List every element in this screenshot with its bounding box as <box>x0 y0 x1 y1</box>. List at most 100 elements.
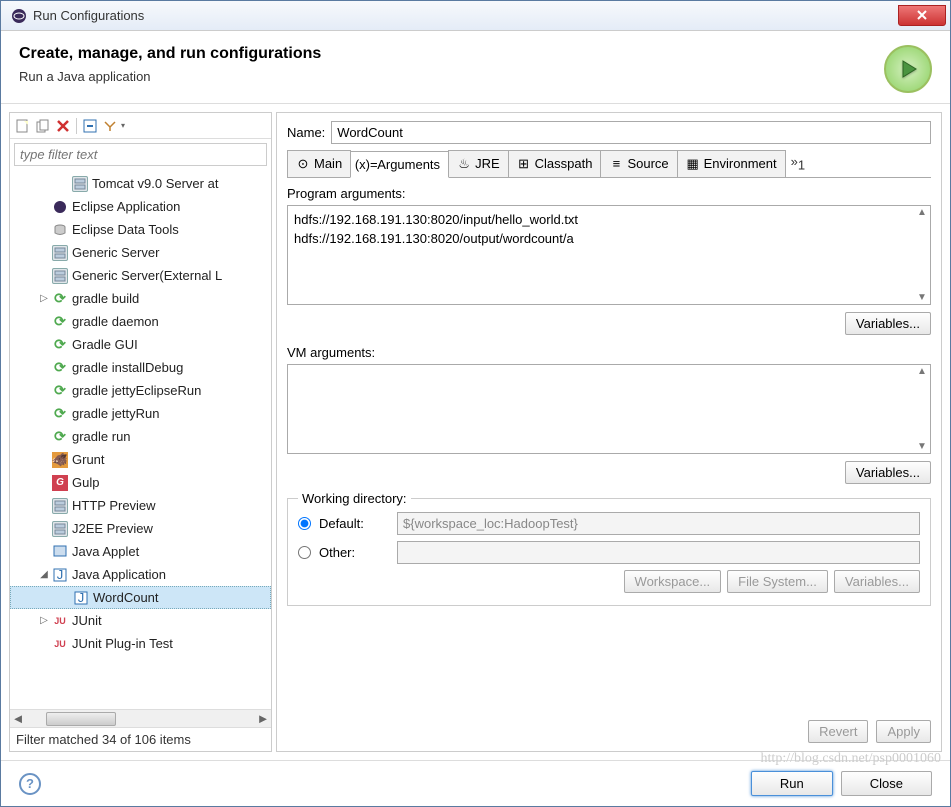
tree-item-label: JUnit Plug-in Test <box>72 636 173 651</box>
source-icon: ≡ <box>609 157 623 171</box>
tree-item-label: Eclipse Data Tools <box>72 222 179 237</box>
tree-item-http-preview[interactable]: HTTP Preview <box>10 494 271 517</box>
tab-arguments[interactable]: (x)= Arguments <box>350 151 449 178</box>
svg-text:J: J <box>57 568 64 582</box>
tree-item-java-applet[interactable]: Java Applet <box>10 540 271 563</box>
tree-item-j2ee-preview[interactable]: J2EE Preview <box>10 517 271 540</box>
tab-jre[interactable]: ♨ JRE <box>448 150 509 177</box>
other-dir-radio[interactable] <box>298 546 311 559</box>
twisty-icon[interactable]: ▷ <box>38 615 50 627</box>
program-args-variables-button[interactable]: Variables... <box>845 312 931 335</box>
name-input[interactable] <box>331 121 931 144</box>
revert-button[interactable]: Revert <box>808 720 868 743</box>
tree-item-label: gradle installDebug <box>72 360 183 375</box>
tree-item-label: WordCount <box>93 590 159 605</box>
tab-label: Environment <box>704 156 777 171</box>
working-directory-legend: Working directory: <box>298 491 411 506</box>
tab-label: Arguments <box>377 157 440 172</box>
duplicate-config-icon[interactable] <box>34 117 52 135</box>
tree-item-generic-server-external-l[interactable]: Generic Server(External L <box>10 264 271 287</box>
tree-item-gradle-build[interactable]: ▷⟳gradle build <box>10 287 271 310</box>
new-config-icon[interactable] <box>14 117 32 135</box>
tab-classpath[interactable]: ⊞Classpath <box>508 150 602 177</box>
tree-item-label: Java Applet <box>72 544 139 559</box>
window-close-button[interactable] <box>898 5 946 26</box>
tree-scrollbar[interactable]: ◄► <box>10 709 271 727</box>
other-dir-input[interactable] <box>397 541 920 564</box>
tree-item-gradle-gui[interactable]: ⟳Gradle GUI <box>10 333 271 356</box>
delete-config-icon[interactable] <box>54 117 72 135</box>
collapse-all-icon[interactable] <box>81 117 99 135</box>
tree-item-gulp[interactable]: GGulp <box>10 471 271 494</box>
filter-input[interactable] <box>14 143 267 166</box>
tree-item-generic-server[interactable]: Generic Server <box>10 241 271 264</box>
name-label: Name: <box>287 125 325 140</box>
tree-item-gradle-installdebug[interactable]: ⟳gradle installDebug <box>10 356 271 379</box>
filesystem-button[interactable]: File System... <box>727 570 828 593</box>
tree-toolbar: ▾ <box>10 113 271 139</box>
tab-label: JRE <box>475 156 500 171</box>
tree-item-gradle-run[interactable]: ⟳gradle run <box>10 425 271 448</box>
main-icon: ⊙ <box>296 157 310 171</box>
scroll-up-icon[interactable]: ▲ <box>915 207 929 221</box>
tab-overflow-icon[interactable]: »1 <box>785 150 811 177</box>
twisty-icon[interactable]: ◢ <box>38 569 50 581</box>
tree-item-eclipse-data-tools[interactable]: Eclipse Data Tools <box>10 218 271 241</box>
tree-item-grunt[interactable]: 🐗Grunt <box>10 448 271 471</box>
tree-item-label: JUnit <box>72 613 102 628</box>
vm-args-variables-button[interactable]: Variables... <box>845 461 931 484</box>
args-icon: (x)= <box>359 157 373 171</box>
tree-item-gradle-jettyeclipserun[interactable]: ⟳gradle jettyEclipseRun <box>10 379 271 402</box>
tree-item-gradle-jettyrun[interactable]: ⟳gradle jettyRun <box>10 402 271 425</box>
workdir-variables-button[interactable]: Variables... <box>834 570 920 593</box>
tree-item-label: gradle run <box>72 429 131 444</box>
tree-item-junit-plug-in-test[interactable]: JUJUnit Plug-in Test <box>10 632 271 655</box>
tab-source[interactable]: ≡ Source <box>600 150 677 177</box>
config-tree[interactable]: Tomcat v9.0 Server atEclipse Application… <box>10 170 271 709</box>
tree-item-label: Generic Server(External L <box>72 268 222 283</box>
filter-status: Filter matched 34 of 106 items <box>10 727 271 751</box>
vm-args-input[interactable] <box>287 364 931 454</box>
tree-item-wordcount[interactable]: JWordCount <box>10 586 271 609</box>
header-subtitle: Run a Java application <box>19 69 884 84</box>
tree-item-tomcat-v9-0-server-at[interactable]: Tomcat v9.0 Server at <box>10 172 271 195</box>
scroll-down-icon[interactable]: ▼ <box>915 441 929 455</box>
run-icon <box>884 45 932 93</box>
tab-label: Main <box>314 156 342 171</box>
program-args-input[interactable] <box>287 205 931 305</box>
workspace-button[interactable]: Workspace... <box>624 570 722 593</box>
tree-item-junit[interactable]: ▷JUJUnit <box>10 609 271 632</box>
tree-item-label: Grunt <box>72 452 105 467</box>
twisty-icon[interactable]: ▷ <box>38 293 50 305</box>
filter-icon[interactable] <box>101 117 119 135</box>
left-panel: ▾ Tomcat v9.0 Server atEclipse Applicati… <box>9 112 272 752</box>
classpath-icon: ⊞ <box>517 157 531 171</box>
other-dir-label: Other: <box>319 545 389 560</box>
run-configurations-dialog: Run Configurations Create, manage, and r… <box>0 0 951 807</box>
tab-main[interactable]: ⊙ Main <box>287 150 351 177</box>
dialog-header: Create, manage, and run configurations R… <box>1 31 950 104</box>
scroll-up-icon[interactable]: ▲ <box>915 366 929 380</box>
scroll-down-icon[interactable]: ▼ <box>915 292 929 306</box>
default-dir-label: Default: <box>319 516 389 531</box>
run-button[interactable]: Run <box>751 771 833 796</box>
close-button[interactable]: Close <box>841 771 932 796</box>
apply-button[interactable]: Apply <box>876 720 931 743</box>
tab-bar: ⊙ Main (x)= Arguments ♨ JRE ⊞Classpath ≡ Source ▦… <box>287 150 931 178</box>
eclipse-icon <box>11 8 27 24</box>
tree-item-label: gradle daemon <box>72 314 159 329</box>
default-dir-input <box>397 512 920 535</box>
tree-item-label: Gradle GUI <box>72 337 138 352</box>
tree-item-eclipse-application[interactable]: Eclipse Application <box>10 195 271 218</box>
tree-item-label: gradle jettyRun <box>72 406 159 421</box>
help-icon[interactable]: ? <box>19 773 41 795</box>
tab-label: Source <box>627 156 668 171</box>
tab-environment[interactable]: ▦ Environment <box>677 150 786 177</box>
default-dir-radio[interactable] <box>298 517 311 530</box>
env-icon: ▦ <box>686 157 700 171</box>
tree-item-java-application[interactable]: ◢JJava Application <box>10 563 271 586</box>
tree-item-gradle-daemon[interactable]: ⟳gradle daemon <box>10 310 271 333</box>
config-editor: Name: ⊙ Main (x)= Arguments ♨ JRE ⊞Classpath ≡ S… <box>276 112 942 752</box>
jre-icon: ♨ <box>457 157 471 171</box>
program-args-label: Program arguments: <box>287 186 931 201</box>
